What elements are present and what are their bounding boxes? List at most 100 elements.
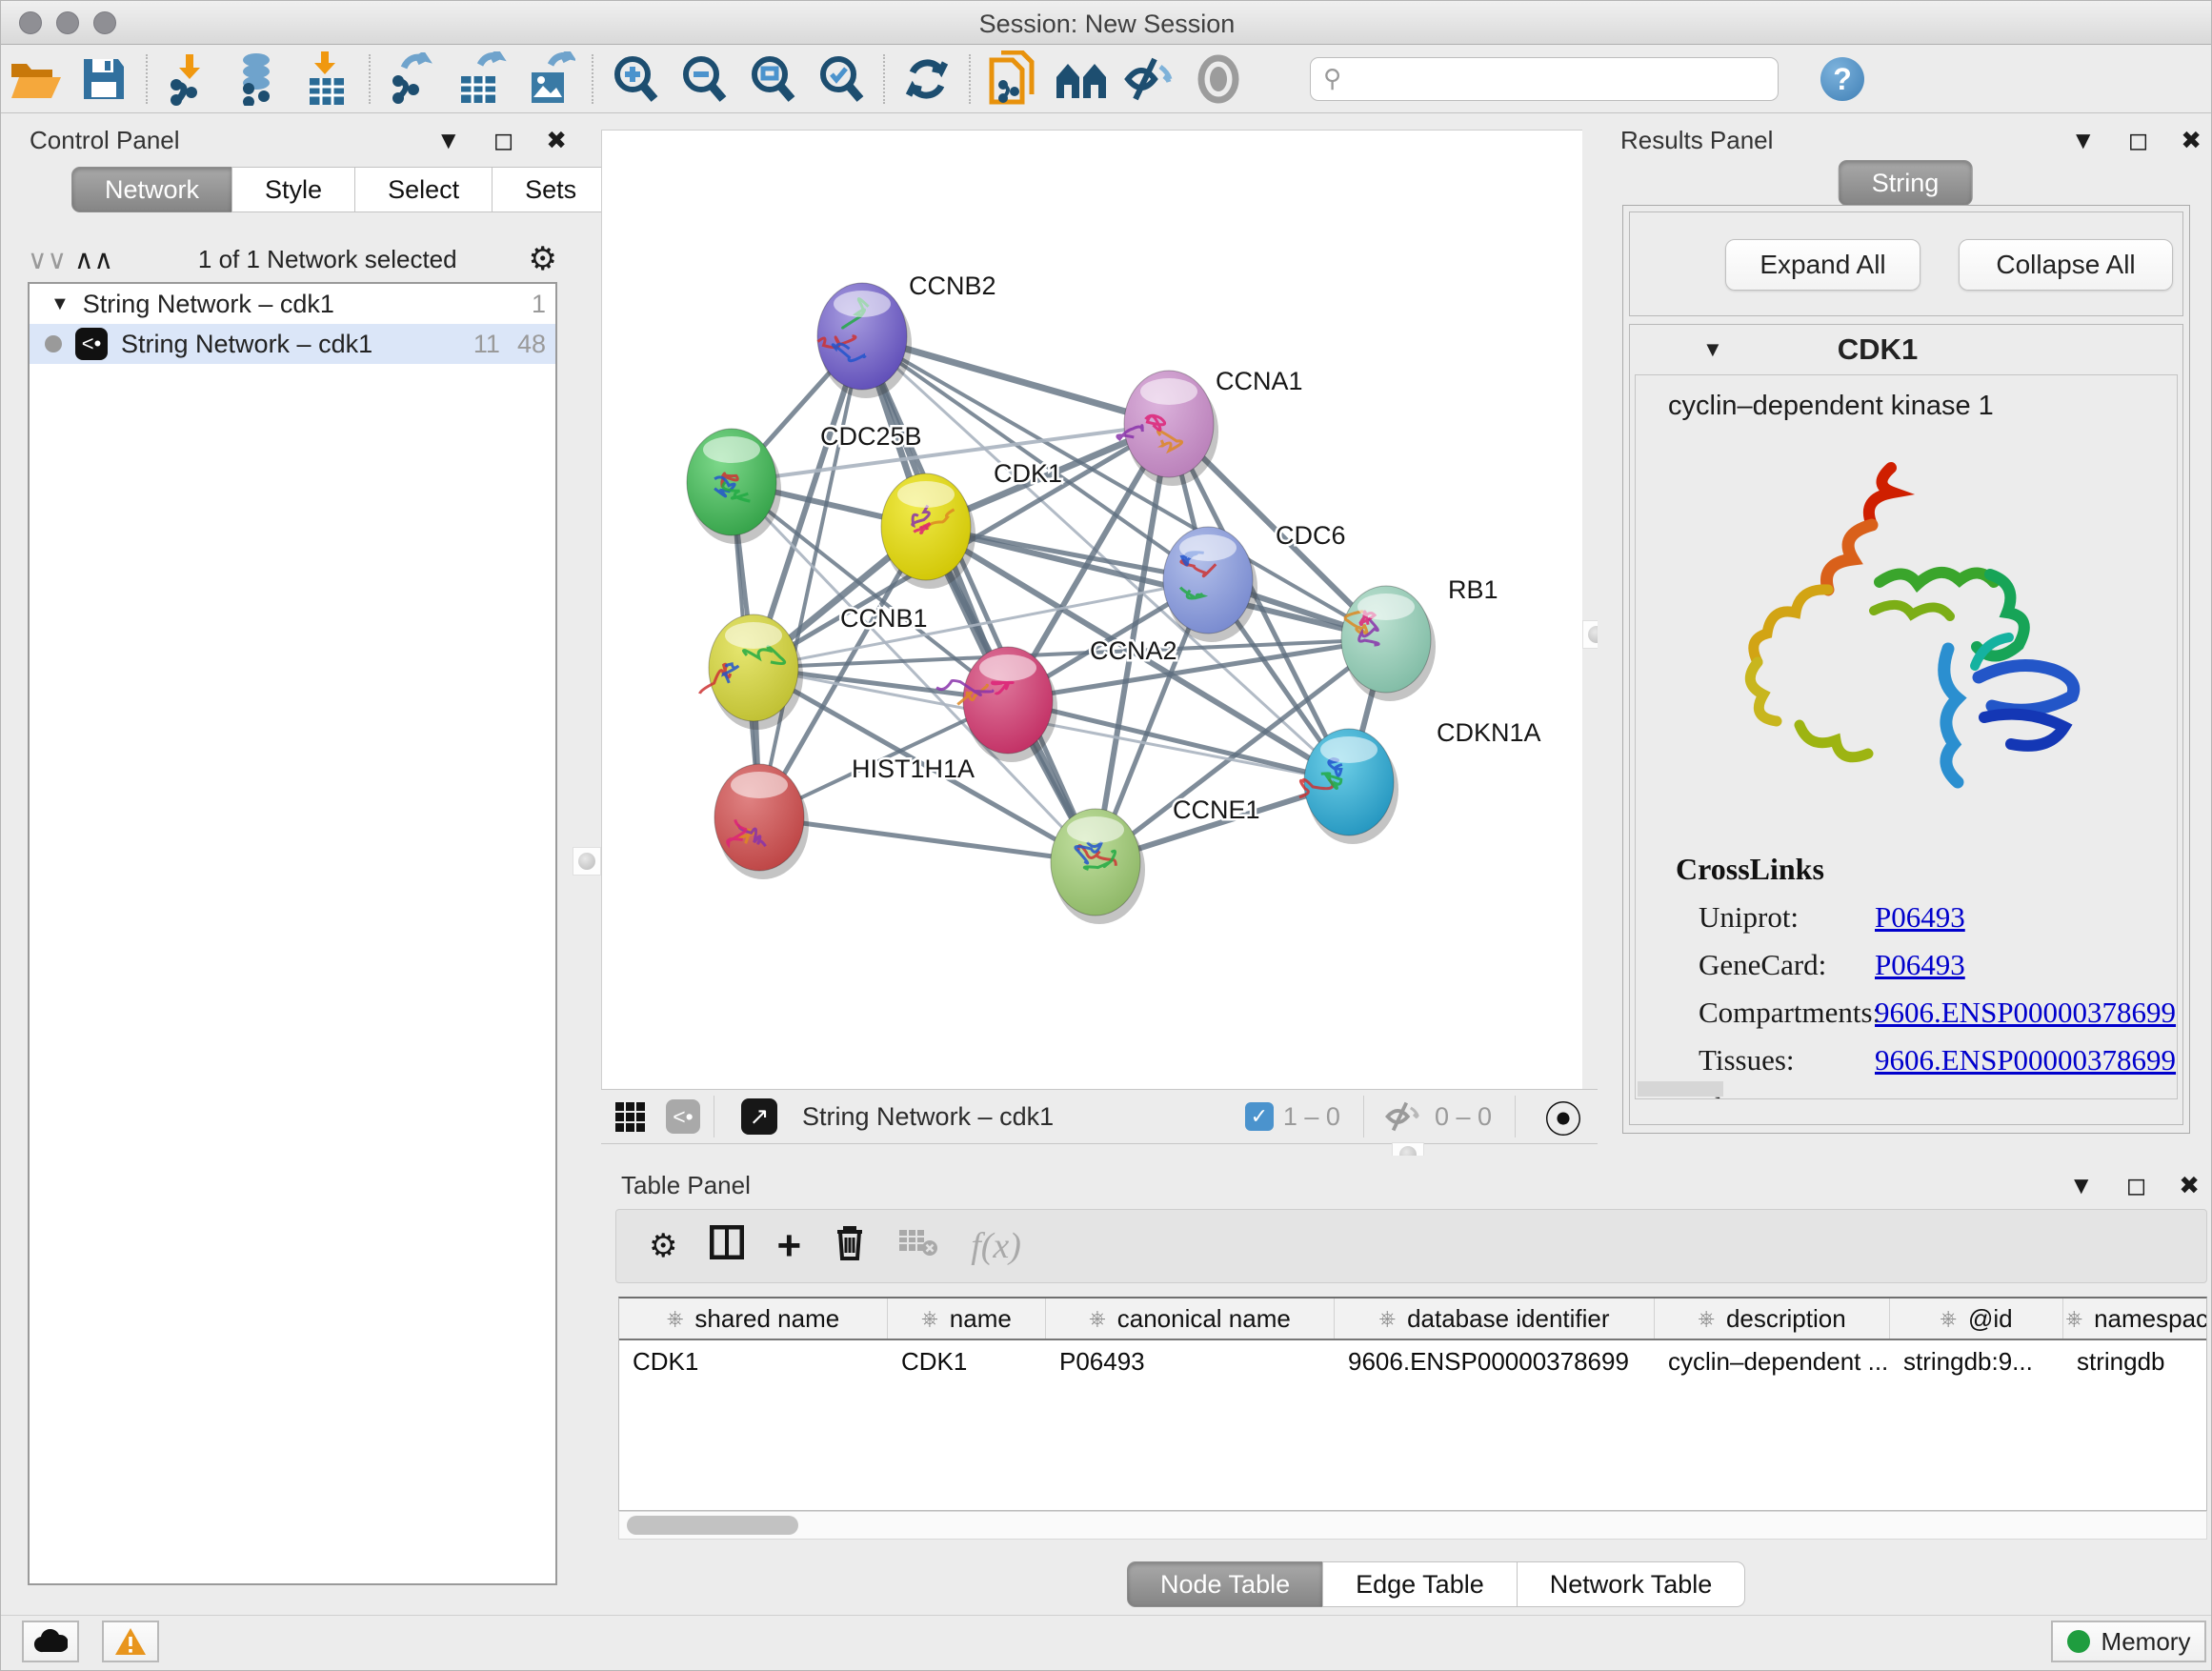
- snapshot-button[interactable]: [978, 50, 1047, 109]
- panel-float-icon[interactable]: ◻: [2126, 1171, 2147, 1200]
- detach-view-icon[interactable]: ↗: [741, 1098, 777, 1135]
- string-view-icon[interactable]: <•: [666, 1099, 700, 1134]
- zoom-in-button[interactable]: [601, 50, 670, 109]
- tab-sets[interactable]: Sets: [492, 167, 610, 212]
- expand-all-chevron-icon[interactable]: ∧∧: [74, 244, 113, 275]
- crosslink-link[interactable]: 9606.ENSP00000378699: [1875, 1043, 2176, 1077]
- function-builder-icon[interactable]: f(x): [971, 1225, 1021, 1267]
- delete-table-icon[interactable]: [898, 1227, 938, 1266]
- node-CDKN1A[interactable]: CDKN1A: [1299, 718, 1541, 844]
- export-network-button[interactable]: [378, 50, 447, 109]
- node-label-RB1: RB1: [1448, 575, 1498, 604]
- memory-button[interactable]: Memory: [2051, 1621, 2206, 1662]
- network-canvas[interactable]: CCNB2CCNA1CDC25BCDK1CDC6RB1CCNB1CCNA2CDK…: [601, 130, 1582, 1089]
- expand-all-button[interactable]: Expand All: [1725, 239, 1920, 291]
- tab-style[interactable]: Style: [231, 167, 355, 212]
- table-cell[interactable]: stringdb: [2063, 1340, 2207, 1382]
- column-header-canonical-name[interactable]: ⎈canonical name: [1046, 1299, 1335, 1339]
- control-panel: Control Panel ▼ ◻ ✖ NetworkStyleSelectSe…: [9, 114, 576, 1606]
- edge-HIST1H1A-CCNE1[interactable]: [759, 817, 1096, 862]
- network-collection-row[interactable]: ▼ String Network – cdk1 1: [30, 284, 555, 324]
- gene-header-row[interactable]: ▼ CDK1: [1630, 325, 2182, 374]
- column-header-@id[interactable]: ⎈@id: [1890, 1299, 2063, 1339]
- column-header-description[interactable]: ⎈description: [1655, 1299, 1890, 1339]
- export-image-button[interactable]: [515, 50, 584, 109]
- level-of-detail-button[interactable]: [1184, 50, 1253, 109]
- results-tab-string[interactable]: String: [1839, 160, 1973, 206]
- splitter-dot-icon: [578, 853, 595, 870]
- delete-column-trash-icon[interactable]: [834, 1224, 866, 1269]
- zoom-selected-button[interactable]: [807, 50, 875, 109]
- create-column-icon[interactable]: +: [776, 1222, 801, 1270]
- birds-eye-view-button[interactable]: [1047, 50, 1116, 109]
- export-table-button[interactable]: [447, 50, 515, 109]
- panel-menu-icon[interactable]: ▼: [436, 126, 461, 155]
- import-network-file-button[interactable]: [155, 50, 224, 109]
- crosslink-link[interactable]: P06493: [1875, 1091, 1965, 1099]
- collapse-all-button[interactable]: Collapse All: [1959, 239, 2173, 291]
- edge-CCNB2-HIST1H1A[interactable]: [759, 336, 862, 817]
- table-cell[interactable]: CDK1: [888, 1340, 1046, 1382]
- show-columns-icon[interactable]: [710, 1225, 744, 1268]
- table-horizontal-scrollbar[interactable]: [618, 1511, 2207, 1540]
- crosslink-link[interactable]: 9606.ENSP00000378699: [1875, 996, 2176, 1030]
- crosslink-link[interactable]: P06493: [1875, 948, 1965, 982]
- selected-checkbox-icon[interactable]: ✓: [1245, 1102, 1274, 1131]
- crosslink-row: Uniprot:P06493: [1676, 900, 2176, 935]
- collapse-all-chevron-icon[interactable]: ∨∨: [28, 244, 67, 275]
- warnings-button[interactable]: [102, 1621, 159, 1662]
- tab-node-table[interactable]: Node Table: [1127, 1561, 1323, 1607]
- column-header-name[interactable]: ⎈name: [888, 1299, 1046, 1339]
- node-CCNB2[interactable]: CCNB2: [817, 272, 996, 398]
- tab-edge-table[interactable]: Edge Table: [1322, 1561, 1518, 1607]
- panel-menu-icon[interactable]: ▼: [2071, 126, 2096, 155]
- panel-close-icon[interactable]: ✖: [2179, 1171, 2200, 1200]
- open-session-button[interactable]: [1, 50, 70, 109]
- node-HIST1H1A[interactable]: HIST1H1A: [714, 755, 975, 879]
- refresh-layout-button[interactable]: [893, 50, 961, 109]
- panel-menu-icon[interactable]: ▼: [2069, 1171, 2094, 1200]
- network-options-gear-icon[interactable]: ⚙: [529, 240, 557, 278]
- table-settings-gear-icon[interactable]: ⚙: [649, 1227, 677, 1265]
- tab-network[interactable]: Network: [71, 167, 232, 212]
- table-cell[interactable]: stringdb:9...: [1890, 1340, 2063, 1382]
- search-input[interactable]: [1310, 57, 1779, 101]
- help-button[interactable]: ?: [1820, 57, 1864, 101]
- table-cell[interactable]: CDK1: [619, 1340, 888, 1382]
- column-type-icon: ⎈: [1378, 1306, 1396, 1331]
- tree-expand-icon[interactable]: ▼: [50, 293, 70, 315]
- zoom-out-button[interactable]: [670, 50, 738, 109]
- zoom-fit-button[interactable]: [738, 50, 807, 109]
- import-network-database-button[interactable]: [224, 50, 292, 109]
- table-cell[interactable]: P06493: [1046, 1340, 1335, 1382]
- grid-view-icon[interactable]: [614, 1101, 653, 1133]
- scrollbar-thumb[interactable]: [627, 1516, 798, 1535]
- column-header-database-identifier[interactable]: ⎈database identifier: [1335, 1299, 1655, 1339]
- table-cell[interactable]: cyclin–dependent ...: [1655, 1340, 1890, 1382]
- panel-float-icon[interactable]: ◻: [493, 126, 514, 155]
- save-session-button[interactable]: [70, 50, 138, 109]
- import-table-icon: [302, 51, 352, 107]
- graphics-details-button[interactable]: [1116, 50, 1184, 109]
- network-collection-count: 1: [532, 290, 546, 319]
- control-panel-controls: ▼ ◻ ✖: [404, 126, 567, 155]
- panel-float-icon[interactable]: ◻: [2128, 126, 2149, 155]
- refresh-icon: [901, 53, 953, 105]
- node-CDK1[interactable]: CDK1: [881, 459, 1062, 589]
- panel-close-icon[interactable]: ✖: [546, 126, 567, 155]
- network-row-selected[interactable]: <• String Network – cdk1 11 48: [30, 324, 555, 364]
- gene-collapse-icon[interactable]: ▼: [1702, 337, 1723, 362]
- table-cell[interactable]: 9606.ENSP00000378699: [1335, 1340, 1655, 1382]
- column-header-namespace[interactable]: ⎈namespace: [2063, 1299, 2207, 1339]
- node-RB1[interactable]: RB1: [1341, 575, 1498, 701]
- left-splitter-handle[interactable]: [573, 847, 601, 876]
- crosslink-link[interactable]: P06493: [1875, 900, 1965, 935]
- tab-select[interactable]: Select: [354, 167, 493, 212]
- birds-eye-toggle-icon[interactable]: ⦿: [1544, 1089, 1582, 1144]
- panel-close-icon[interactable]: ✖: [2181, 126, 2202, 155]
- edge-CCNB2-CCNE1[interactable]: [862, 336, 1096, 862]
- cloud-status-button[interactable]: [22, 1621, 79, 1662]
- tab-network-table[interactable]: Network Table: [1517, 1561, 1746, 1607]
- column-header-shared-name[interactable]: ⎈shared name: [619, 1299, 888, 1339]
- import-table-file-button[interactable]: [292, 50, 361, 109]
